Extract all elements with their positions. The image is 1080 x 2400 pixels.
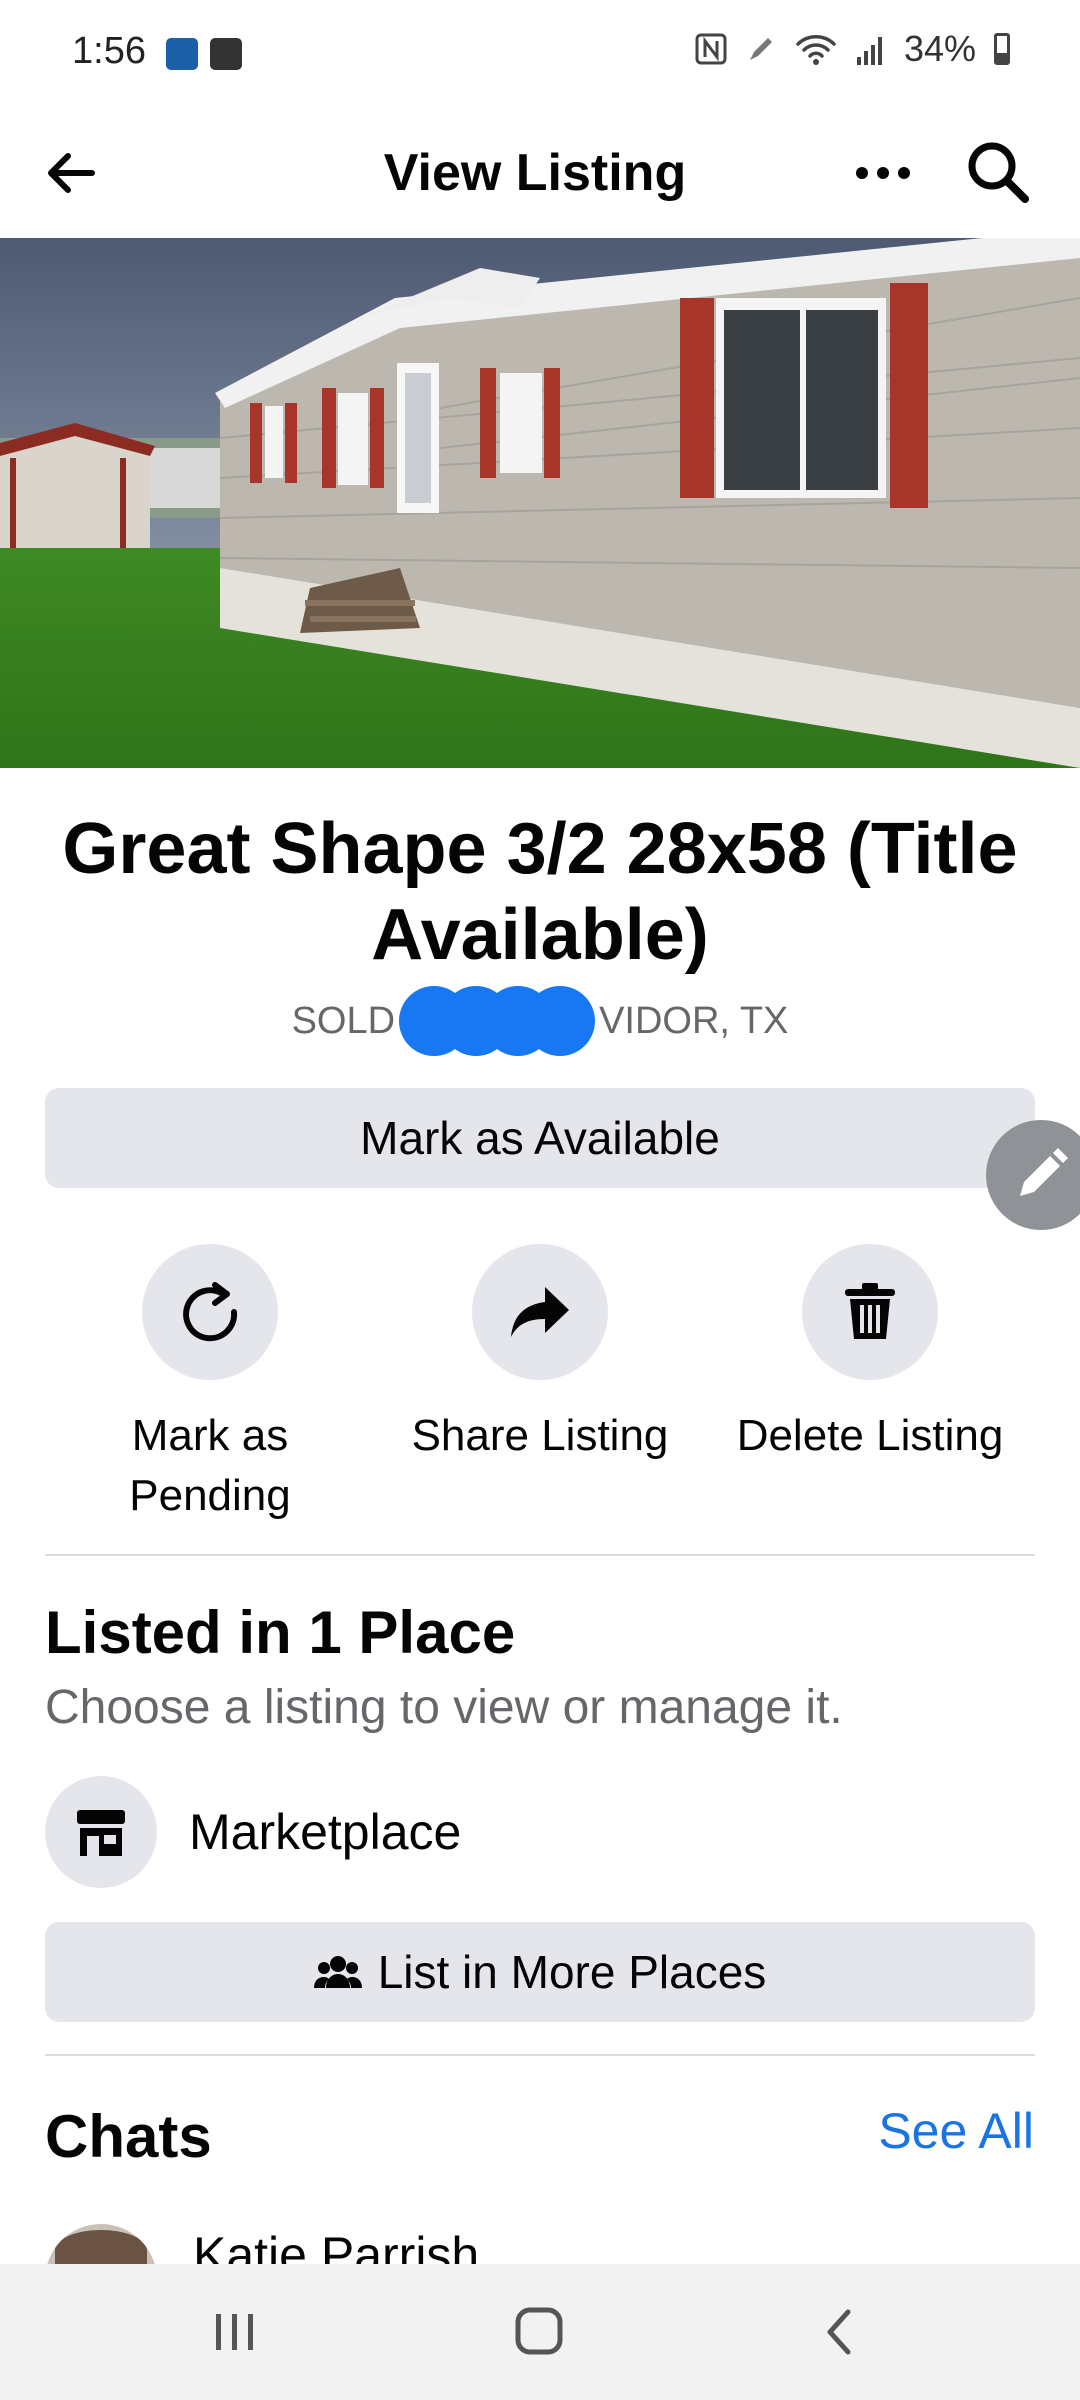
share-listing-label: Share Listing bbox=[411, 1411, 669, 1460]
listed-in-subtitle: Choose a listing to view or manage it. bbox=[45, 1681, 843, 1734]
share-listing-action[interactable]: Share Listing bbox=[375, 1244, 705, 1466]
refresh-icon bbox=[183, 1282, 238, 1342]
mark-available-button[interactable]: Mark as Available bbox=[45, 1088, 1035, 1188]
status-right: 34% bbox=[694, 28, 1010, 70]
more-options-icon[interactable] bbox=[848, 138, 918, 208]
delete-listing-circle[interactable] bbox=[802, 1244, 938, 1380]
share-listing-circle[interactable] bbox=[472, 1244, 608, 1380]
listing-status: SOLD bbox=[291, 999, 396, 1042]
storefront-icon bbox=[77, 1810, 125, 1856]
listing-photo[interactable] bbox=[0, 238, 1080, 768]
pen-icon bbox=[749, 38, 772, 60]
pencil-icon bbox=[1020, 1148, 1068, 1196]
listing-title: Great Shape 3/2 28x58 (Title Available) bbox=[62, 809, 1018, 975]
redaction-mark bbox=[399, 986, 596, 1056]
chats-title: Chats bbox=[45, 2103, 212, 2170]
edit-button[interactable] bbox=[986, 1120, 1080, 1230]
battery-percent: 34% bbox=[903, 28, 976, 69]
wifi-icon bbox=[796, 35, 836, 65]
divider bbox=[45, 2054, 1035, 2056]
nfc-icon bbox=[695, 33, 727, 65]
delete-listing-action[interactable]: Delete Listing bbox=[705, 1244, 1035, 1466]
home-icon[interactable] bbox=[504, 2302, 574, 2362]
search-icon[interactable] bbox=[960, 134, 1036, 210]
mobile-home-image bbox=[0, 238, 1080, 768]
listed-in-title: Listed in 1 Place bbox=[45, 1599, 516, 1666]
list-more-places-button[interactable]: List in More Places bbox=[45, 1922, 1035, 2022]
mark-pending-action[interactable]: Mark as Pending bbox=[45, 1244, 375, 1526]
system-nav-bar bbox=[0, 2264, 1080, 2400]
divider bbox=[45, 1554, 1035, 1556]
place-icon-circle bbox=[45, 1776, 157, 1888]
mark-pending-circle[interactable] bbox=[142, 1244, 278, 1380]
delete-listing-label: Delete Listing bbox=[736, 1411, 1004, 1460]
place-item-marketplace[interactable]: Marketplace bbox=[45, 1776, 461, 1888]
list-more-places-label: List in More Places bbox=[377, 1946, 767, 1998]
share-arrow-icon bbox=[511, 1287, 569, 1337]
group-icon bbox=[313, 1956, 362, 1988]
listing-location: VIDOR, TX bbox=[599, 999, 789, 1042]
see-all-link[interactable]: See All bbox=[878, 2102, 1034, 2160]
place-label: Marketplace bbox=[189, 1804, 462, 1860]
image-notification-icon bbox=[210, 38, 242, 70]
mark-available-label: Mark as Available bbox=[360, 1112, 720, 1164]
signal-icon bbox=[856, 37, 882, 65]
phone-notification-icon bbox=[166, 38, 198, 70]
back-nav-icon[interactable] bbox=[810, 2304, 870, 2360]
mark-pending-label: Mark as Pending bbox=[129, 1411, 291, 1520]
trash-icon bbox=[845, 1283, 895, 1339]
status-bar: 1:56 34% bbox=[0, 0, 1080, 110]
recent-apps-icon[interactable] bbox=[200, 2306, 270, 2358]
status-time: 1:56 bbox=[72, 30, 146, 72]
battery-icon bbox=[994, 33, 1010, 65]
listing-subtitle: SOLD VIDOR, TX bbox=[0, 986, 1080, 1056]
app-bar: View Listing bbox=[0, 110, 1080, 238]
